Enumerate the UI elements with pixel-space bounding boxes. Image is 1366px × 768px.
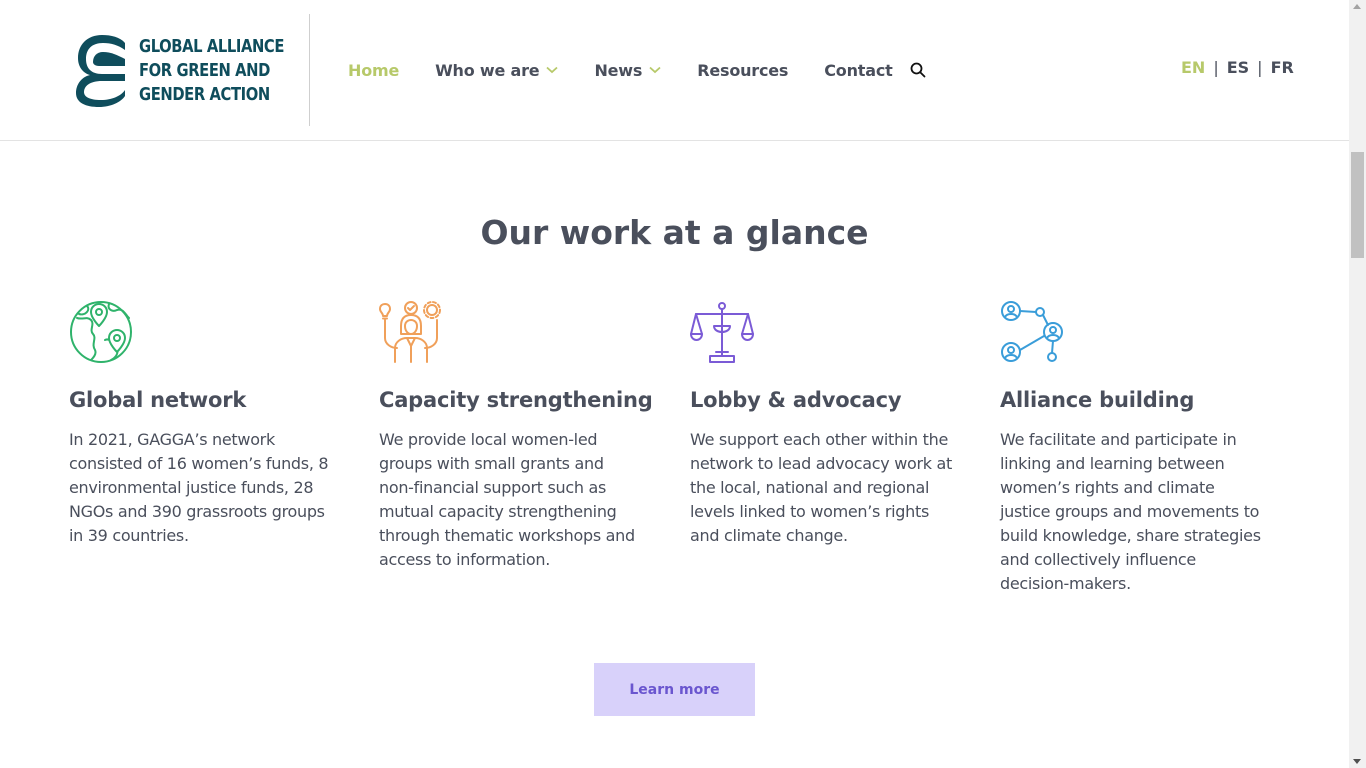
scales-icon: [690, 302, 754, 363]
nav-item-label: Resources: [697, 60, 789, 80]
lang-separator: |: [1213, 58, 1219, 77]
card-text: We facilitate and participate in linking…: [1000, 430, 1261, 593]
nav-item-label: Home: [348, 60, 400, 80]
search-icon[interactable]: [910, 62, 926, 78]
globe-location-icon: [70, 301, 132, 363]
card-title: Capacity strengthening: [379, 388, 653, 412]
gagga-logo-icon: [76, 35, 125, 107]
nav-item-news[interactable]: News: [594, 61, 661, 80]
language-switcher: EN | ES | FR: [1181, 58, 1294, 77]
main-nav: Home Who we are News Resources Contact: [348, 58, 929, 82]
card-text: We provide local women-led groups with s…: [379, 430, 635, 569]
logo-line-1: GLOBAL ALLIANCE: [139, 36, 285, 57]
page-scrollbar[interactable]: [1349, 0, 1366, 768]
card-alliance-building: Alliance building We facilitate and part…: [1000, 300, 1262, 596]
lang-separator: |: [1257, 58, 1263, 77]
chevron-down-icon: [546, 66, 559, 74]
nav-item-who-we-are[interactable]: Who we are: [435, 60, 559, 80]
card-title: Lobby & advocacy: [690, 388, 902, 412]
nav-item-resources[interactable]: Resources: [697, 61, 788, 80]
scrollbar-thumb[interactable]: [1351, 152, 1364, 258]
card-title: Global network: [69, 388, 247, 412]
scroll-up-arrow-icon[interactable]: [1353, 4, 1361, 9]
lang-fr[interactable]: FR: [1271, 58, 1294, 77]
card-global-network: Global network In 2021, GAGGA’s network …: [69, 300, 331, 548]
card-text: We support each other within the network…: [690, 430, 953, 545]
card-lobby-advocacy: Lobby & advocacy We support each other w…: [690, 300, 952, 548]
network-people-icon: [1001, 301, 1063, 362]
nav-item-label: Who we are: [435, 60, 540, 80]
lang-en[interactable]: EN: [1181, 58, 1205, 77]
card-text: In 2021, GAGGA’s network consisted of 16…: [69, 430, 329, 545]
chevron-down-icon: [649, 66, 661, 74]
card-title: Alliance building: [1000, 388, 1195, 412]
logo-text: GLOBAL ALLIANCE FOR GREEN AND GENDER ACT…: [139, 35, 285, 107]
learn-more-button[interactable]: Learn more: [594, 663, 755, 716]
nav-item-contact[interactable]: Contact: [824, 60, 893, 80]
card-capacity-strengthening: Capacity strengthening We provide local …: [379, 300, 653, 572]
scroll-down-arrow-icon[interactable]: [1353, 759, 1361, 764]
woman-ideas-icon: [379, 301, 441, 363]
lang-es[interactable]: ES: [1227, 58, 1249, 77]
logo-line-3: GENDER ACTION: [139, 84, 270, 105]
nav-item-home[interactable]: Home: [348, 61, 399, 80]
site-header: GLOBAL ALLIANCE FOR GREEN AND GENDER ACT…: [0, 0, 1349, 141]
site-logo[interactable]: GLOBAL ALLIANCE FOR GREEN AND GENDER ACT…: [75, 34, 299, 108]
header-divider: [309, 14, 310, 126]
nav-item-label: Contact: [824, 60, 893, 80]
nav-item-label: News: [594, 60, 643, 80]
section-title: Our work at a glance: [480, 213, 869, 252]
logo-line-2: FOR GREEN AND: [139, 60, 270, 81]
